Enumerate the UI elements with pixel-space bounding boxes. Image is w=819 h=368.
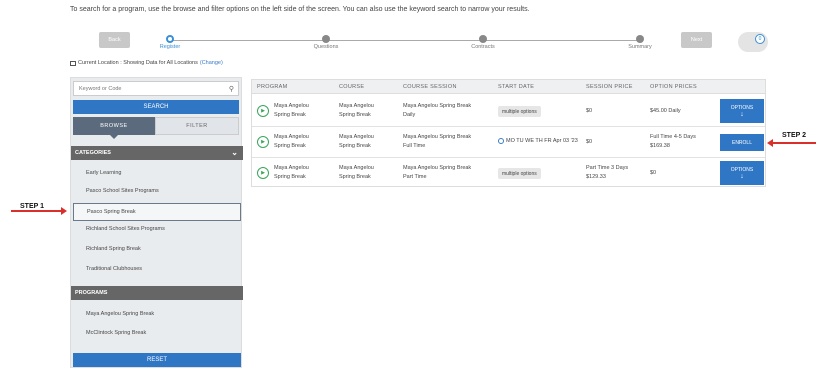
course-cell: Maya Angelou Spring Break [339, 134, 374, 149]
search-button[interactable]: SEARCH [73, 100, 239, 114]
table-row: ▶ Maya Angelou Spring Break Maya Angelou S… [252, 158, 765, 189]
enroll-button[interactable]: ENROLL [720, 134, 764, 151]
intro-text: To search for a program, use the browse … [70, 6, 530, 13]
category-item[interactable]: Richland School Sites Programs [86, 226, 165, 232]
start-date-options[interactable]: multiple options [498, 106, 541, 117]
start-date-cell: MO TU WE TH FR Apr 03 '23 [498, 137, 578, 146]
cart-toggle[interactable]: 0 [738, 32, 768, 52]
step-label: Summary [628, 44, 652, 50]
step-contracts[interactable]: Contracts [443, 35, 523, 50]
keyword-search-input[interactable]: Keyword or Code ⚲ [73, 81, 239, 96]
reset-button[interactable]: RESET [73, 353, 241, 367]
option-prices: $0 [650, 170, 657, 176]
clock-icon [498, 137, 504, 144]
step-dot [479, 35, 487, 43]
session-price: $0 [586, 108, 593, 114]
tab-browse[interactable]: BROWSE [73, 117, 155, 139]
search-icon[interactable]: ⚲ [229, 85, 234, 93]
results-table: PROGRAM COURSE COURSE SESSION START DATE… [251, 79, 766, 187]
sidebar: Keyword or Code ⚲ SEARCH BROWSE FILTER C… [70, 77, 243, 368]
cart-count-badge: 0 [755, 34, 765, 44]
change-location-link[interactable]: (Change) [200, 60, 223, 66]
step-dot [636, 35, 644, 43]
step1-label: STEP 1 [20, 203, 44, 210]
arrow-down-icon: ↓ [740, 110, 744, 118]
program-cell: Maya Angelou Spring Break [274, 134, 309, 149]
table-row: ▶ Maya Angelou Spring Break Maya Angelou S… [252, 127, 765, 158]
categories-label: CATEGORIES [75, 150, 111, 156]
step-label: Register [159, 44, 181, 50]
start-date-options[interactable]: multiple options [498, 168, 541, 179]
step-label: Contracts [471, 44, 495, 50]
options-button[interactable]: OPTIONS ↓ [720, 161, 764, 185]
keyword-placeholder: Keyword or Code [79, 85, 122, 92]
options-button[interactable]: OPTIONS ↓ [720, 99, 764, 123]
column-header: COURSE SESSION [403, 84, 457, 90]
table-header: PROGRAM COURSE COURSE SESSION START DATE… [252, 80, 765, 94]
program-item[interactable]: Maya Angelou Spring Break [86, 311, 154, 317]
next-button[interactable]: Next [681, 32, 712, 48]
step2-arrow [767, 139, 816, 147]
browse-filter-tabs: BROWSE FILTER [73, 117, 239, 139]
programs-label: PROGRAMS [75, 290, 108, 296]
option-prices: Full Time 4-5 Days $169.38 [650, 134, 696, 149]
session-cell: Maya Angelou Spring Break Full Time [403, 134, 472, 149]
play-icon[interactable]: ▶ [257, 105, 269, 117]
chevron-down-icon[interactable]: ⌄ [231, 148, 238, 157]
registration-wizard: Back Register Questions Contracts Summar… [98, 32, 768, 54]
course-cell: Maya Angelou Spring Break [339, 103, 374, 118]
column-header: OPTION PRICES [650, 84, 697, 90]
session-cell: Maya Angelou Spring Break Part Time [403, 165, 472, 180]
table-row: ▶ Maya Angelou Spring Break Maya Angelou S… [252, 96, 765, 127]
category-item-selected[interactable]: Pasco Spring Break [73, 203, 241, 221]
category-item[interactable]: Pasco School Sites Programs [86, 188, 159, 194]
step-label: Questions [313, 44, 339, 50]
column-header: SESSION PRICE [586, 84, 633, 90]
step1-arrow [11, 207, 67, 215]
step-register[interactable]: Register [130, 35, 210, 50]
category-item[interactable]: Traditional Clubhouses [86, 266, 142, 272]
arrow-down-icon: ↓ [740, 172, 744, 180]
step-dot [166, 35, 174, 43]
category-item[interactable]: Early Learning [86, 170, 121, 176]
play-icon[interactable]: ▶ [257, 167, 269, 179]
step-dot [322, 35, 330, 43]
session-cell: Maya Angelou Spring Break Daily [403, 103, 472, 118]
column-header: START DATE [498, 84, 535, 90]
wizard-track [170, 40, 640, 41]
programs-header: PROGRAMS [71, 286, 243, 300]
category-item[interactable]: Richland Spring Break [86, 246, 141, 252]
step-summary[interactable]: Summary [600, 35, 680, 50]
column-header: COURSE [339, 84, 365, 90]
step2-label: STEP 2 [782, 132, 806, 139]
tab-filter[interactable]: FILTER [155, 117, 239, 135]
program-cell: Maya Angelou Spring Break [274, 165, 309, 180]
current-location: Current Location : Showing Data for All … [70, 60, 223, 66]
option-prices: $45.00 Daily [650, 108, 681, 114]
program-cell: Maya Angelou Spring Break [274, 103, 309, 118]
back-button[interactable]: Back [99, 32, 130, 48]
session-price: $0 [586, 139, 593, 145]
location-icon [70, 60, 76, 66]
column-header: PROGRAM [257, 84, 288, 90]
categories-header[interactable]: CATEGORIES ⌄ [71, 146, 243, 160]
category-item-label: Pasco Spring Break [87, 209, 136, 215]
program-item[interactable]: McClintock Spring Break [86, 330, 146, 336]
course-cell: Maya Angelou Spring Break [339, 165, 374, 180]
session-price: Part Time 3 Days $129.33 [586, 165, 629, 180]
step-questions[interactable]: Questions [286, 35, 366, 50]
play-icon[interactable]: ▶ [257, 136, 269, 148]
location-text: Current Location : Showing Data for All … [78, 60, 198, 66]
